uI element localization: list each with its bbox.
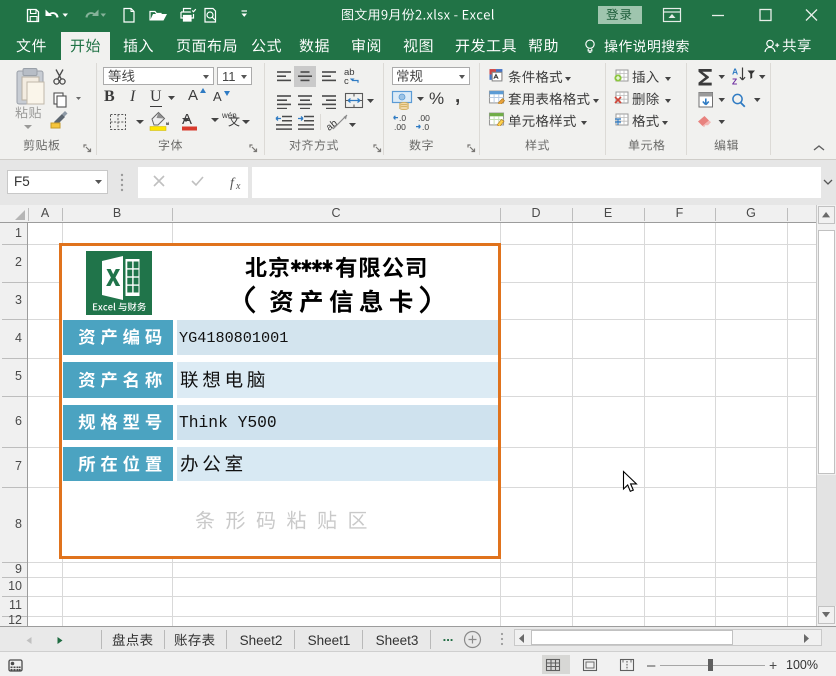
svg-text:x: x: [235, 181, 241, 192]
svg-text:.0: .0: [422, 122, 429, 132]
svg-text:A: A: [182, 111, 192, 128]
svg-text:wén: wén: [222, 111, 237, 120]
svg-text:c: c: [344, 76, 349, 86]
svg-text:Z: Z: [732, 77, 737, 87]
svg-text:A: A: [732, 67, 738, 77]
svg-text:ab: ab: [327, 118, 340, 132]
svg-text:.00: .00: [394, 122, 406, 132]
